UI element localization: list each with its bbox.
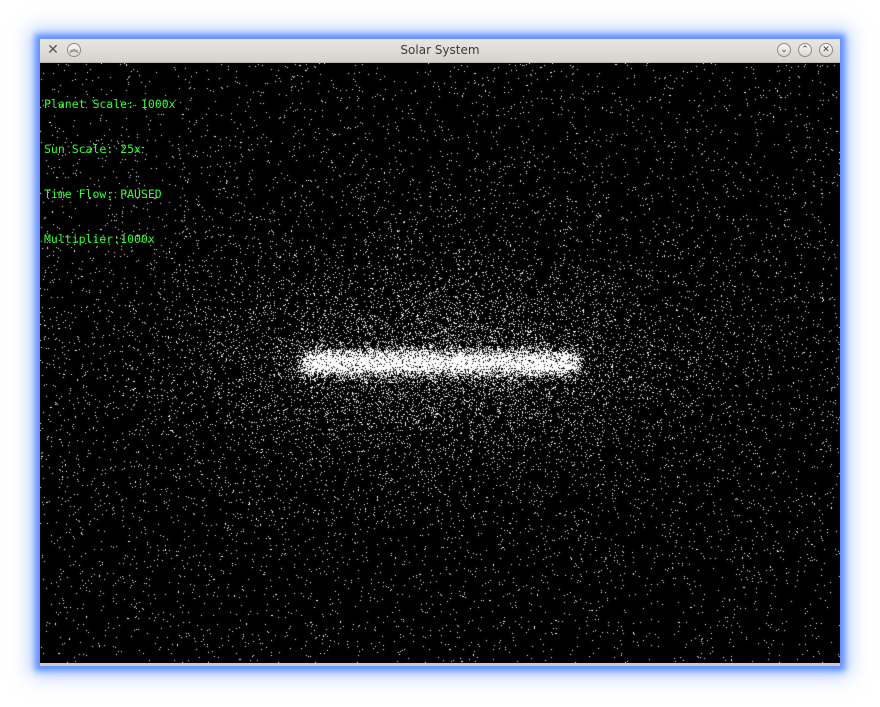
- close-icon: ✕: [822, 45, 830, 55]
- window-bottom-border: [40, 663, 840, 666]
- hud-sun-scale: Sun Scale: 25x: [44, 142, 141, 156]
- chevron-up-icon: ⌃: [801, 45, 809, 55]
- desktop: ✕ ︽ Solar System ⌄ ⌃ ✕ Planet Scale: 100…: [0, 0, 880, 707]
- titlebar[interactable]: ✕ ︽ Solar System ⌄ ⌃ ✕: [40, 39, 840, 63]
- chevron-down-icon: ⌄: [780, 45, 788, 55]
- app-window: ✕ ︽ Solar System ⌄ ⌃ ✕ Planet Scale: 100…: [40, 39, 840, 666]
- minimize-button[interactable]: ⌄: [777, 43, 791, 57]
- close-button[interactable]: ✕: [819, 43, 833, 57]
- hud-multiplier: Multiplier:1000x: [44, 232, 155, 246]
- hud-time-flow: Time Flow: PAUSED: [44, 187, 162, 201]
- hud-planet-scale: Planet Scale: 1000x: [44, 97, 176, 111]
- render-viewport[interactable]: Planet Scale: 1000x Sun Scale: 25x Time …: [40, 63, 840, 663]
- hud-overlay: Planet Scale: 1000x Sun Scale: 25x Time …: [44, 67, 176, 277]
- maximize-button[interactable]: ⌃: [798, 43, 812, 57]
- window-title: Solar System: [400, 43, 480, 57]
